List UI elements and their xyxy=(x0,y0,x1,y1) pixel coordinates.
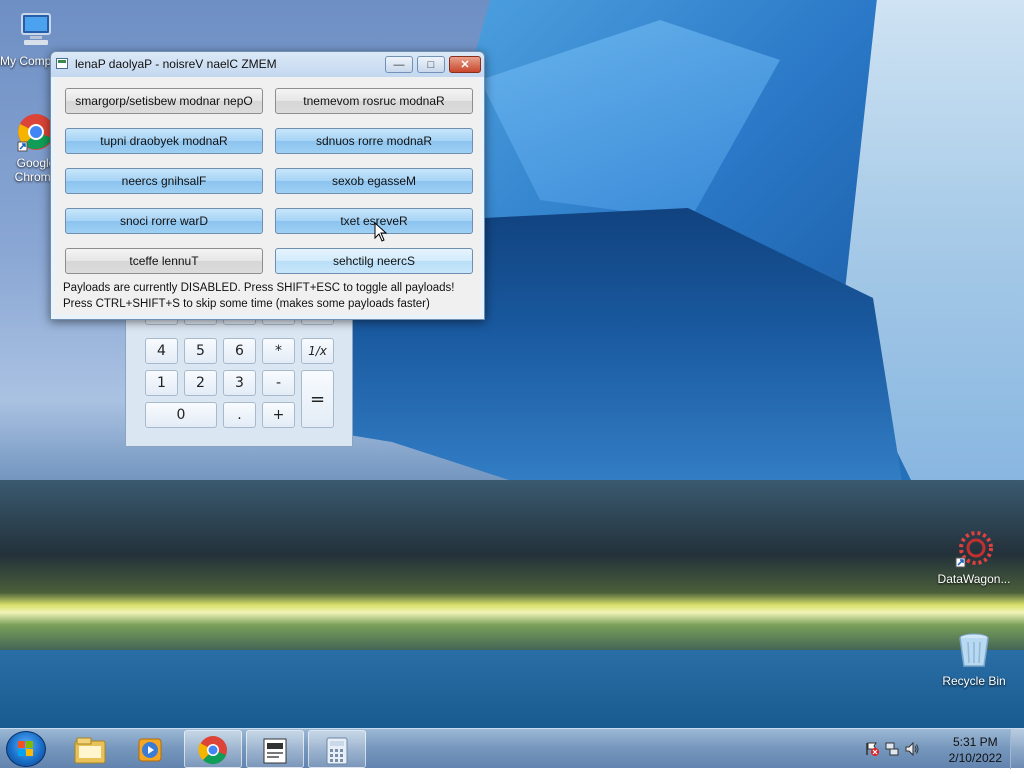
system-tray: 5:31 PM 2/10/2022 xyxy=(854,729,1024,769)
payload-button-random-cursor-movement[interactable]: tnemevom rosruc modnaR xyxy=(275,88,473,114)
computer-icon xyxy=(16,10,56,50)
calc-button-multiply[interactable]: * xyxy=(262,338,295,364)
calc-button-0[interactable]: 0 xyxy=(145,402,217,428)
calc-button-subtract[interactable]: - xyxy=(262,370,295,396)
payload-button-random-error-sounds[interactable]: sdnuos rorre modnaR xyxy=(275,128,473,154)
volume-icon[interactable] xyxy=(904,741,920,757)
desktop: My Computer Google Chrome DataWagon... R… xyxy=(0,0,1024,728)
taskbar-chrome[interactable] xyxy=(184,730,242,768)
payload-button-tunnel-effect[interactable]: tceffe lennuT xyxy=(65,248,263,274)
clock-date: 2/10/2022 xyxy=(948,751,1002,765)
calc-button-4[interactable]: 4 xyxy=(145,338,178,364)
recycle-bin-icon xyxy=(954,630,994,670)
close-button[interactable]: ✕ xyxy=(449,56,481,73)
wallpaper-ground xyxy=(0,650,1024,728)
action-center-flag-icon[interactable] xyxy=(864,741,880,757)
window-title: lenaP daolyaP - noisreV naelC ZMEM xyxy=(75,57,277,71)
media-player-icon xyxy=(138,738,162,762)
payload-button-draw-error-icons[interactable]: snoci rorre warD xyxy=(65,208,263,234)
calc-button-6[interactable]: 6 xyxy=(223,338,256,364)
payload-button-message-boxes[interactable]: sexob egasseM xyxy=(275,168,473,194)
taskbar-calculator[interactable] xyxy=(308,730,366,768)
desktop-icon-label: Recycle Bin xyxy=(942,674,1006,688)
payload-button-open-random-websites[interactable]: smargorp/setisbew modnar nepO xyxy=(65,88,263,114)
calculator-window: 7 8 9 / % 4 5 6 * 1/x 1 2 3 - = 0 . + xyxy=(125,306,353,447)
calc-button-5[interactable]: 5 xyxy=(184,338,217,364)
desktop-icon-label: DataWagon... xyxy=(937,572,1011,586)
calc-button-decimal[interactable]: . xyxy=(223,402,256,428)
payload-button-random-keyboard-input[interactable]: tupni draobyek modnaR xyxy=(65,128,263,154)
calc-button-equals[interactable]: = xyxy=(301,370,334,428)
payload-button-flashing-screen[interactable]: neercs gnihsalF xyxy=(65,168,263,194)
calc-button-2[interactable]: 2 xyxy=(184,370,217,396)
hint-text: Press CTRL+SHIFT+S to skip some time (ma… xyxy=(63,298,430,310)
payload-panel: smargorp/setisbew modnar nepO tnemevom r… xyxy=(55,77,480,315)
memz-payload-window: lenaP daolyaP - noisreV naelC ZMEM — □ ✕… xyxy=(50,51,485,320)
clock[interactable]: 5:31 PM 2/10/2022 xyxy=(949,734,1002,766)
title-bar[interactable]: lenaP daolyaP - noisreV naelC ZMEM — □ ✕ xyxy=(51,52,484,77)
desktop-icon-recycle-bin[interactable]: Recycle Bin xyxy=(936,630,1012,688)
calculator-icon xyxy=(326,737,348,765)
maximize-icon: □ xyxy=(427,58,435,71)
minimize-icon: — xyxy=(393,58,405,71)
windows-logo-icon xyxy=(18,741,33,756)
calc-button-add[interactable]: + xyxy=(262,402,295,428)
taskbar-windows-explorer[interactable] xyxy=(60,730,118,768)
start-button[interactable] xyxy=(6,731,46,767)
taskbar-memz[interactable] xyxy=(246,730,304,768)
calc-button-reciprocal[interactable]: 1/x xyxy=(301,338,334,364)
calc-button-3[interactable]: 3 xyxy=(223,370,256,396)
minimize-button[interactable]: — xyxy=(385,56,413,73)
show-desktop-button[interactable] xyxy=(1010,729,1024,769)
windows-explorer-icon xyxy=(74,737,106,764)
taskbar-media-player[interactable] xyxy=(122,730,180,768)
desktop-icon-datawagon[interactable]: DataWagon... xyxy=(936,528,1012,586)
payload-button-screen-glitches[interactable]: sehctilg neercS xyxy=(275,248,473,274)
taskbar: 5:31 PM 2/10/2022 xyxy=(0,728,1024,769)
maximize-button[interactable]: □ xyxy=(417,56,445,73)
status-text: Payloads are currently DISABLED. Press S… xyxy=(63,282,455,294)
network-icon[interactable] xyxy=(884,741,900,757)
clock-time: 5:31 PM xyxy=(952,735,998,749)
close-icon: ✕ xyxy=(460,59,470,71)
mouse-cursor-icon xyxy=(374,222,388,242)
app-icon xyxy=(56,58,68,69)
calc-button-1[interactable]: 1 xyxy=(145,370,178,396)
memz-icon xyxy=(263,738,287,764)
datawagon-icon xyxy=(954,528,994,568)
chrome-icon xyxy=(198,736,227,765)
